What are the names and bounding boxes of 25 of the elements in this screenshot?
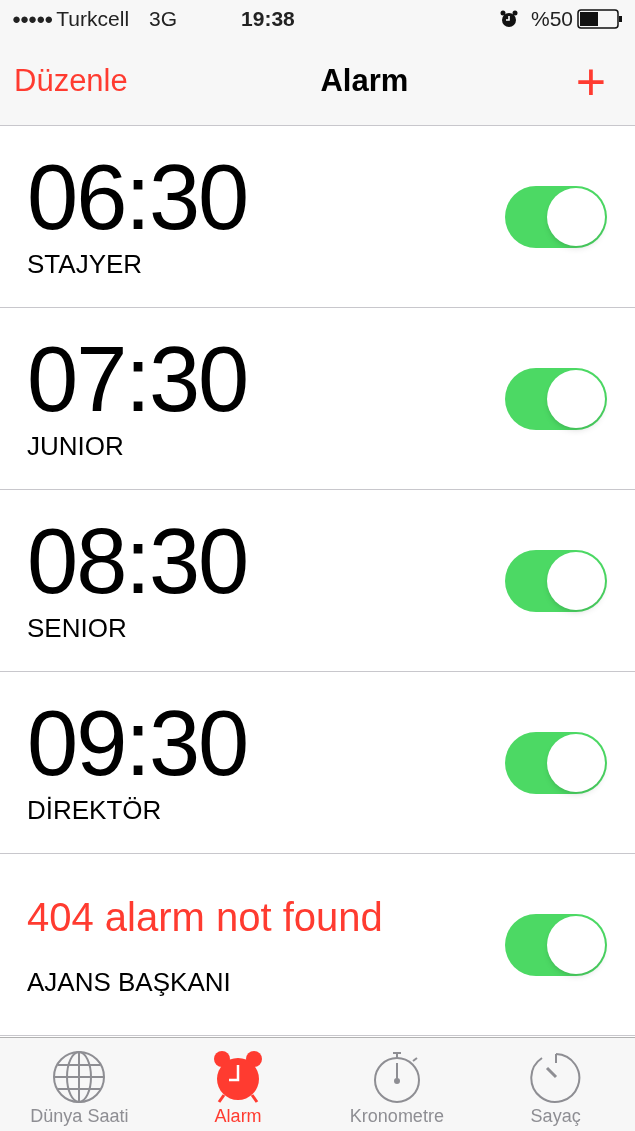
alarm-label: DİREKTÖR	[27, 794, 163, 827]
add-button[interactable]: +	[561, 55, 621, 108]
globe-icon	[51, 1049, 108, 1105]
alarm-time: 06:30	[27, 149, 248, 245]
edit-button[interactable]: Düzenle	[14, 58, 128, 105]
alarm-time: 08:30	[27, 513, 248, 609]
alarm-label: SENIOR	[27, 612, 128, 645]
alarm-status-icon	[498, 9, 519, 29]
alarm-time: 07:30	[27, 331, 248, 427]
tab-item[interactable]: Alarm	[163, 1049, 314, 1127]
alarm-label: AJANS BAŞKANI	[27, 966, 232, 999]
alarm-message: 404 alarm not found	[27, 894, 383, 941]
carrier-name: Turkcell	[56, 6, 130, 33]
signal-strength: ●●●●●	[12, 8, 53, 29]
alarm-label: STAJYER	[27, 248, 144, 281]
alarm-label: JUNIOR	[27, 430, 125, 463]
nav-title: Alarm	[320, 62, 409, 101]
alarm-time: 09:30	[27, 695, 248, 791]
battery-icon	[577, 8, 623, 30]
battery-percentage: %50	[530, 6, 573, 33]
tab-item[interactable]: Dünya Saati	[4, 1049, 155, 1127]
network-type: 3G	[149, 6, 178, 33]
tab-item[interactable]: Kronometre	[321, 1049, 472, 1127]
status-time: 19:38	[241, 6, 295, 33]
tab-item[interactable]: Sayaç	[480, 1049, 631, 1127]
